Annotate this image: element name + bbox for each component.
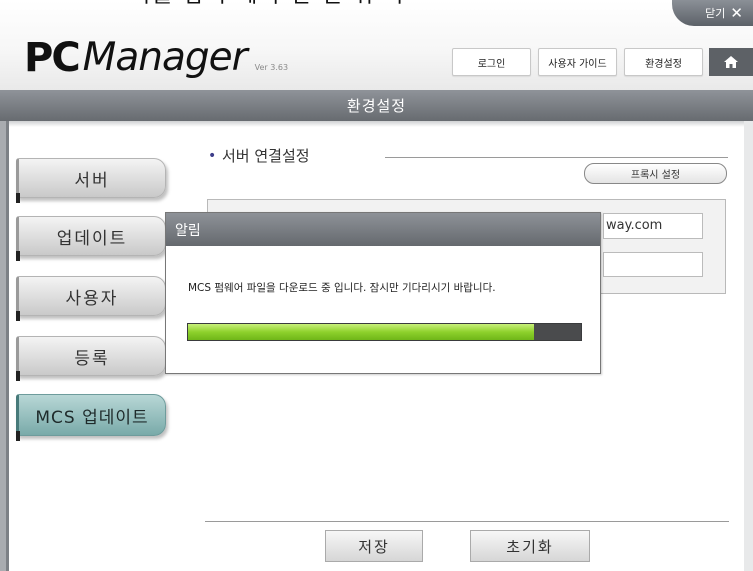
nav-item-label: 서버 bbox=[74, 170, 110, 191]
close-icon: ✕ bbox=[730, 4, 743, 22]
proxy-settings-button[interactable]: 프록시 설정 bbox=[584, 163, 727, 184]
page-title-bar: 환경설정 bbox=[0, 90, 753, 121]
download-progress-fill bbox=[188, 324, 534, 340]
port-input[interactable] bbox=[603, 252, 703, 277]
logo-manager: Manager bbox=[82, 35, 248, 80]
nav-item-update[interactable]: 업데이트 bbox=[16, 216, 166, 256]
nav-item-user[interactable]: 사용자 bbox=[16, 276, 166, 316]
footer-divider bbox=[205, 521, 729, 522]
nav-item-label: 등록 bbox=[74, 348, 110, 369]
settings-button[interactable]: 환경설정 bbox=[624, 48, 703, 76]
right-frame-edge bbox=[744, 121, 753, 571]
title-bar-shadow bbox=[0, 121, 753, 127]
app-logo: PC Manager Ver 3.63 bbox=[24, 28, 289, 81]
nav-tab-notch bbox=[16, 311, 20, 321]
nav-tab-notch bbox=[16, 371, 20, 381]
download-progress-bar bbox=[187, 323, 582, 341]
user-guide-button[interactable]: 사용자 가이드 bbox=[538, 48, 617, 76]
section-title: 서버 연결설정 bbox=[222, 147, 310, 165]
version-label: Ver 3.63 bbox=[254, 63, 289, 72]
nav-item-label: 업데이트 bbox=[56, 228, 128, 249]
dialog-message: MCS 펌웨어 파일을 다운로드 중 입니다. 잠시만 기다리시기 바랍니다. bbox=[188, 282, 496, 294]
logo-pc: PC bbox=[24, 35, 81, 81]
dialog-title-bar[interactable]: 알림 bbox=[166, 213, 600, 246]
close-label: 닫기 bbox=[705, 7, 726, 20]
home-button[interactable] bbox=[709, 48, 753, 76]
page-title: 환경설정 bbox=[346, 97, 407, 115]
nav-item-label: MCS 업데이트 bbox=[35, 407, 149, 428]
notification-dialog: 알림 MCS 펌웨어 파일을 다운로드 중 입니다. 잠시만 기다리시기 바랍니… bbox=[165, 212, 601, 374]
nav-item-registration[interactable]: 등록 bbox=[16, 336, 166, 376]
reset-button[interactable]: 초기화 bbox=[470, 530, 590, 562]
nav-tab-notch bbox=[16, 431, 20, 441]
section-bullet: • bbox=[208, 148, 217, 164]
login-button[interactable]: 로그인 bbox=[452, 48, 531, 76]
nav-tab-notch bbox=[16, 251, 20, 261]
nav-tab-notch bbox=[16, 193, 20, 203]
nav-item-label: 사용자 bbox=[65, 288, 119, 309]
nav-item-server[interactable]: 서버 bbox=[16, 158, 166, 198]
section-divider bbox=[385, 157, 728, 158]
left-frame-inner-edge bbox=[6, 121, 9, 571]
nav-item-mcs-update[interactable]: MCS 업데이트 bbox=[16, 394, 166, 436]
save-button[interactable]: 저장 bbox=[325, 530, 423, 562]
top-text-fragment: 치를 잡기 에서 현 된 뒤 마 bbox=[0, 0, 753, 8]
server-address-input[interactable]: way.com bbox=[603, 213, 703, 239]
dialog-title: 알림 bbox=[175, 222, 201, 239]
close-button[interactable]: 닫기 ✕ bbox=[672, 0, 753, 26]
home-icon bbox=[724, 56, 738, 68]
